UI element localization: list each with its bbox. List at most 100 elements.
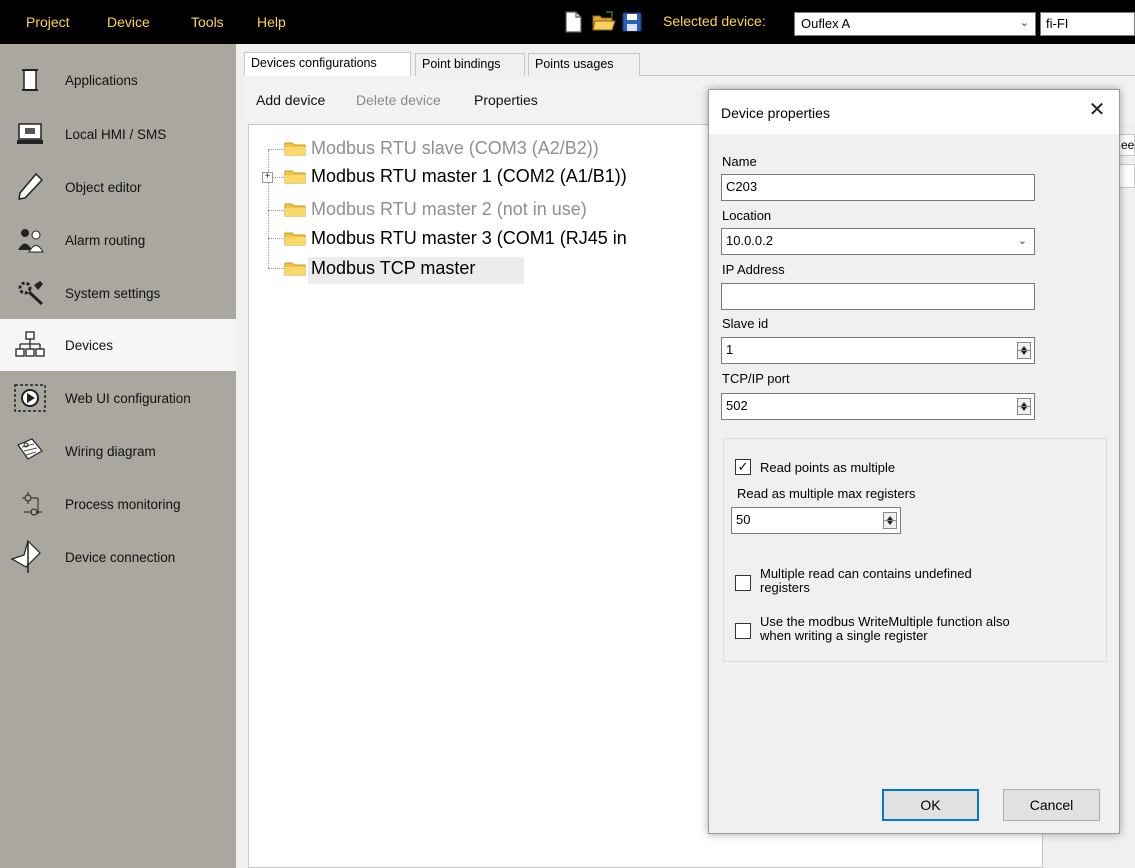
write-multiple-label-line1: Use the modbus WriteMultiple function al… <box>760 614 1010 629</box>
name-field[interactable]: C203 <box>721 174 1035 201</box>
tree-item[interactable]: Modbus RTU slave (COM3 (A2/B2)) <box>284 136 599 160</box>
locale-value: fi-FI <box>1046 16 1069 31</box>
tree-expand-button[interactable]: + <box>262 172 273 183</box>
location-label: Location <box>722 208 772 223</box>
tree-item-label: Modbus RTU master 2 (not in use) <box>311 198 587 219</box>
folder-icon <box>284 142 306 156</box>
selected-device-value: Ouflex A <box>801 16 851 31</box>
ok-button[interactable]: OK <box>882 789 979 821</box>
selected-device-select[interactable]: Ouflex A ⌄ <box>794 12 1036 36</box>
location-select[interactable]: 10.0.0.2 ⌄ <box>721 228 1035 255</box>
sidebar-item-process-monitoring[interactable]: Process monitoring <box>0 478 236 530</box>
menu-bar: Project Device Tools Help Selected devic… <box>0 0 1135 44</box>
open-folder-icon[interactable] <box>591 10 617 34</box>
tcp-port-stepper[interactable]: 502 <box>721 393 1035 420</box>
tree-connector <box>268 149 284 150</box>
tab-devices-configurations[interactable]: Devices configurations <box>244 52 411 76</box>
device-properties-dialog: Device properties ✕ Name C203 Location 1… <box>708 89 1120 834</box>
sidebar-item-web-ui-configuration[interactable]: Web UI configuration <box>0 372 236 424</box>
read-multiple-checkbox[interactable]: ✓ <box>735 459 751 475</box>
sidebar-item-wiring-diagram[interactable]: Wiring diagram <box>0 425 236 477</box>
folder-icon <box>284 232 306 246</box>
sidebar-item-applications[interactable]: Applications <box>0 54 236 106</box>
ip-address-field[interactable] <box>721 283 1035 310</box>
menu-project[interactable]: Project <box>26 14 70 30</box>
undefined-registers-label-line1: Multiple read can contains undefined <box>760 566 972 581</box>
sidebar-item-label: Process monitoring <box>65 496 181 512</box>
spinner-arrows-icon[interactable] <box>883 512 897 529</box>
save-icon[interactable] <box>621 10 643 34</box>
devices-icon <box>15 331 45 357</box>
folder-icon <box>284 262 306 276</box>
spinner-arrows-icon[interactable] <box>1017 342 1031 359</box>
max-registers-label: Read as multiple max registers <box>737 486 916 501</box>
tree-connector <box>272 177 284 178</box>
tree-item[interactable]: Modbus RTU master 3 (COM1 (RJ45 in <box>284 226 627 250</box>
tree-item-label: Modbus RTU master 3 (COM1 (RJ45 in <box>311 227 627 248</box>
tab-point-bindings[interactable]: Point bindings <box>415 53 525 77</box>
sidebar-item-object-editor[interactable]: Object editor <box>0 161 236 213</box>
folder-icon <box>284 170 306 184</box>
sidebar-item-alarm-routing[interactable]: Alarm routing <box>0 214 236 266</box>
name-value: C203 <box>726 179 758 194</box>
sidebar-item-label: Object editor <box>65 179 142 195</box>
dialog-titlebar: Device properties ✕ <box>709 90 1119 134</box>
sidebar-item-label: Alarm routing <box>65 232 146 248</box>
properties-button[interactable]: Properties <box>474 92 538 108</box>
slave-id-label: Slave id <box>722 316 769 331</box>
delete-device-button[interactable]: Delete device <box>356 92 441 108</box>
sidebar-item-system-settings[interactable]: System settings <box>0 267 236 319</box>
tree-item[interactable]: Modbus RTU master 1 (COM2 (A1/B1)) <box>284 164 627 188</box>
chevron-down-icon: ⌄ <box>1019 17 1029 29</box>
new-file-icon[interactable] <box>562 10 584 34</box>
slave-id-stepper[interactable]: 1 <box>721 337 1035 364</box>
sidebar-item-label: Device connection <box>65 549 176 565</box>
spinner-arrows-icon[interactable] <box>1017 398 1031 415</box>
applications-icon <box>22 69 38 91</box>
sidebar-item-label: Local HMI / SMS <box>65 126 167 142</box>
tree-item[interactable]: Modbus TCP master <box>284 256 475 280</box>
system-settings-icon <box>18 281 44 306</box>
tree-item-label: Modbus TCP master <box>311 257 476 278</box>
max-registers-value: 50 <box>736 512 751 527</box>
location-value: 10.0.0.2 <box>726 233 773 248</box>
menu-device[interactable]: Device <box>107 14 150 30</box>
close-icon[interactable]: ✕ <box>1085 98 1109 122</box>
tree-connector <box>268 238 284 239</box>
undefined-registers-checkbox[interactable] <box>735 575 751 591</box>
tree-item-label: Modbus RTU slave (COM3 (A2/B2)) <box>311 137 599 158</box>
tree-connector <box>268 150 269 268</box>
name-label: Name <box>722 154 757 169</box>
read-options-group: ✓ Read points as multiple Read as multip… <box>723 438 1107 662</box>
cancel-button[interactable]: Cancel <box>1003 789 1100 821</box>
sidebar-item-devices[interactable]: Devices <box>0 319 236 371</box>
sidebar-item-label: Web UI configuration <box>65 390 191 406</box>
tree-item[interactable]: Modbus RTU master 2 (not in use) <box>284 197 587 221</box>
device-connection-icon <box>10 539 41 573</box>
process-monitoring-icon <box>22 492 42 516</box>
tcp-port-label: TCP/IP port <box>722 371 790 386</box>
side-panel-button-label: ee <box>1121 138 1135 152</box>
slave-id-value: 1 <box>726 342 734 357</box>
locale-select[interactable]: fi-FI <box>1040 12 1135 36</box>
chevron-down-icon: ⌄ <box>1017 235 1027 247</box>
max-registers-stepper[interactable]: 50 <box>731 507 901 534</box>
write-multiple-checkbox[interactable] <box>735 623 751 639</box>
sidebar-item-device-connection[interactable]: Device connection <box>0 531 236 583</box>
sidebar-item-local-hmi[interactable]: Local HMI / SMS <box>0 108 236 160</box>
alarm-routing-icon <box>18 229 44 253</box>
menu-tools[interactable]: Tools <box>191 14 224 30</box>
dialog-title: Device properties <box>721 105 830 121</box>
local-hmi-icon <box>17 123 43 144</box>
sidebar-item-label: Applications <box>65 72 138 88</box>
read-multiple-label: Read points as multiple <box>760 460 896 475</box>
ip-address-label: IP Address <box>722 262 785 277</box>
tab-points-usages[interactable]: Points usages <box>528 53 640 77</box>
add-device-button[interactable]: Add device <box>256 92 325 108</box>
tree-connector <box>268 268 284 269</box>
undefined-registers-label-line2: registers <box>760 580 810 595</box>
menu-help[interactable]: Help <box>257 14 286 30</box>
wiring-diagram-icon <box>17 438 43 460</box>
tree-connector <box>268 210 284 211</box>
pencil-icon <box>18 172 44 200</box>
